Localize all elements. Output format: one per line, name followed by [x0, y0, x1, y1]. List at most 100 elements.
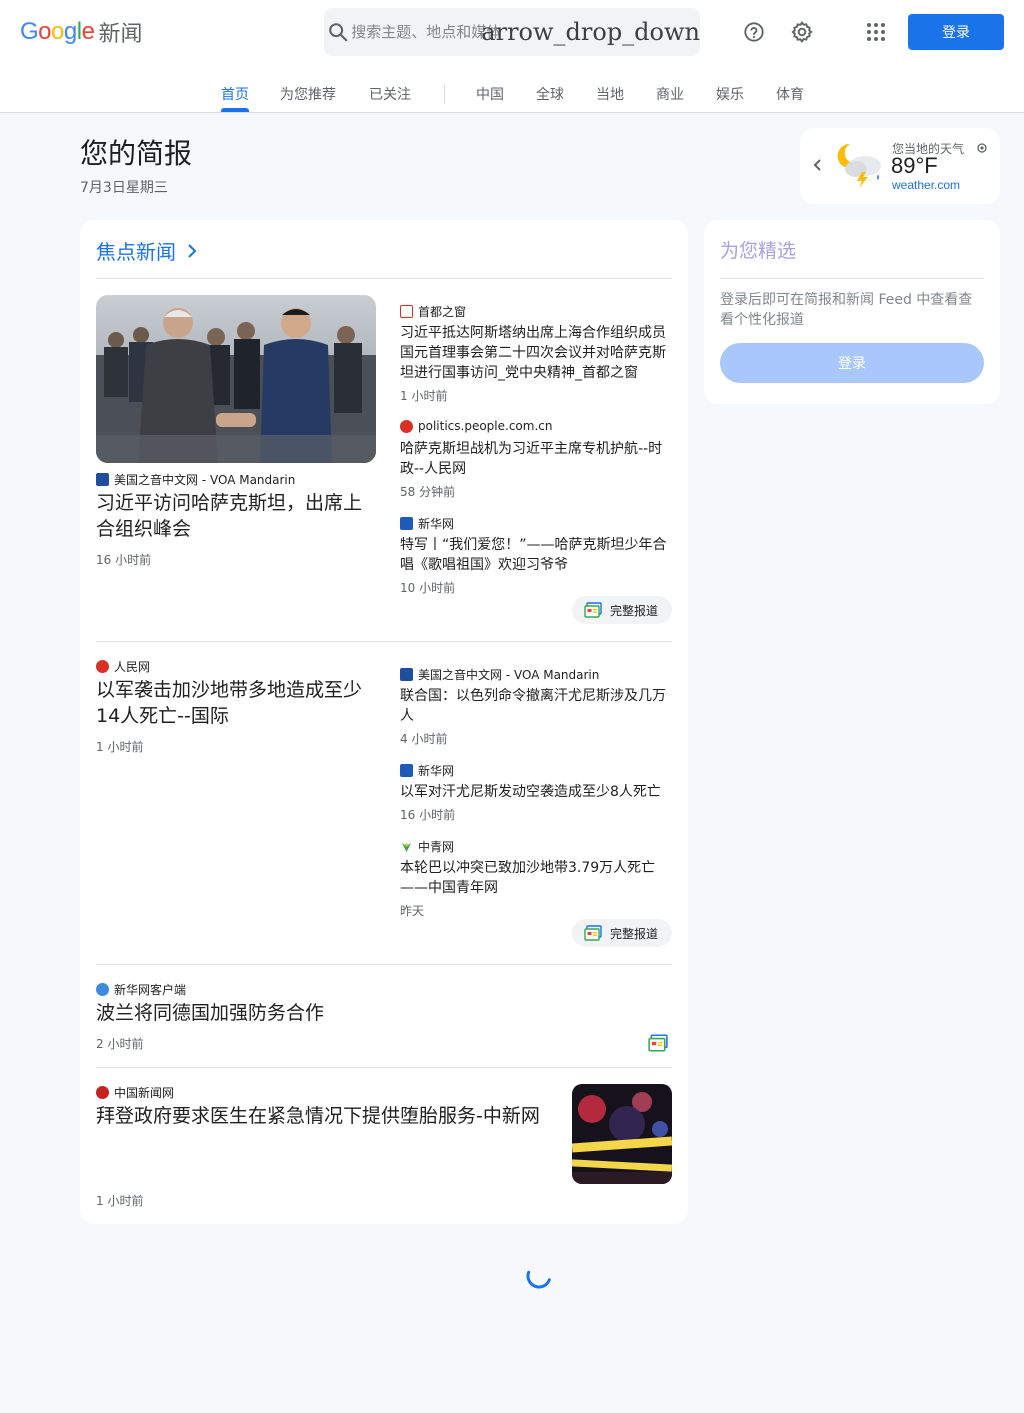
- tab-local[interactable]: 当地: [596, 84, 624, 104]
- source-name: 中青网: [418, 840, 455, 854]
- source-name: 首都之窗: [418, 305, 467, 319]
- tab-for-you[interactable]: 为您推荐: [280, 84, 336, 104]
- tab-following[interactable]: 已关注: [369, 84, 411, 104]
- headline-link[interactable]: 以军袭击加沙地带多地造成至少14人死亡--国际: [96, 677, 380, 729]
- headline-link[interactable]: 以军对汗尤尼斯发动空袭造成至少8人死亡: [400, 782, 670, 802]
- voa-logo-icon: [96, 473, 109, 486]
- login-button[interactable]: 登录: [908, 14, 1004, 50]
- tab-world[interactable]: 全球: [536, 84, 564, 104]
- search-dropdown-label[interactable]: arrow_drop_down: [481, 18, 700, 46]
- settings-gear-icon[interactable]: [782, 12, 822, 52]
- cyol-logo-icon: [400, 840, 413, 853]
- picks-card: 为您精选 登录后即可在简报和新闻 Feed 中查看查看个性化报道 登录: [704, 220, 1000, 404]
- headline-link[interactable]: 特写丨“我们爱您！”——哈萨克斯坦少年合唱《歌唱祖国》欢迎习爷爷: [400, 535, 670, 575]
- article-time: 10 小时前: [400, 581, 456, 595]
- nav-tabs: 首页 为您推荐 已关注 中国 全球 当地 商业 娱乐 体育: [0, 72, 1024, 113]
- capital-window-logo-icon: [400, 305, 413, 318]
- divider: [96, 964, 672, 965]
- source-name: 新华网: [418, 764, 455, 778]
- article-time: 2 小时前: [96, 1037, 144, 1051]
- source-name: 中国新闻网: [114, 1086, 175, 1100]
- briefing-date: 7月3日星期三: [80, 180, 168, 196]
- hero-image[interactable]: [96, 295, 376, 463]
- headline-link[interactable]: 拜登政府要求医生在紧急情况下提供堕胎服务-中新网: [96, 1103, 556, 1129]
- source-name: 美国之音中文网 - VOA Mandarin: [418, 668, 600, 682]
- chinanews-logo-icon: [96, 1086, 109, 1099]
- search-input[interactable]: [351, 23, 502, 41]
- full-coverage-icon[interactable]: [648, 1034, 668, 1057]
- apps-grid-icon[interactable]: [856, 12, 896, 52]
- article-time: 1 小时前: [96, 1194, 144, 1208]
- source-name: 美国之音中文网 - VOA Mandarin: [114, 473, 296, 487]
- search-icon[interactable]: [324, 8, 351, 56]
- article-source: 美国之音中文网 - VOA Mandarin: [400, 666, 599, 683]
- picks-title: 为您精选: [720, 240, 797, 262]
- article-source: 新华网客户端: [96, 981, 186, 998]
- picks-login-button[interactable]: 登录: [720, 343, 984, 383]
- tab-entertainment[interactable]: 娱乐: [716, 84, 744, 104]
- full-coverage-label: 完整报道: [610, 926, 659, 941]
- search-bar[interactable]: arrow_drop_down: [324, 8, 700, 56]
- location-icon[interactable]: [976, 141, 988, 159]
- article-time: 昨天: [400, 904, 425, 918]
- full-coverage-button[interactable]: 完整报道: [572, 596, 672, 624]
- tab-business[interactable]: 商业: [656, 84, 684, 104]
- article-time: 1 小时前: [96, 740, 144, 754]
- source-name: 人民网: [114, 660, 151, 674]
- full-coverage-icon: [584, 602, 602, 618]
- headline-link[interactable]: 波兰将同德国加强防务合作: [96, 1000, 576, 1026]
- google-news-logo[interactable]: Google 新闻: [20, 17, 142, 47]
- divider: [96, 278, 672, 279]
- picks-description: 登录后即可在简报和新闻 Feed 中查看查看个性化报道: [720, 292, 973, 328]
- people-daily-logo-icon: [400, 419, 413, 433]
- article-time: 1 小时前: [400, 389, 448, 403]
- product-name: 新闻: [98, 22, 143, 47]
- weather-source-link[interactable]: weather.com: [892, 178, 960, 192]
- headline-link[interactable]: 习近平抵达阿斯塔纳出席上海合作组织成员国元首理事会第二十四次会议并对哈萨克斯坦进…: [400, 323, 670, 383]
- article-time: 58 分钟前: [400, 485, 456, 499]
- chevron-left-icon[interactable]: [812, 158, 824, 177]
- article-time: 16 小时前: [96, 553, 152, 567]
- article-source: politics.people.com.cn: [400, 419, 552, 433]
- article-source: 新华网: [400, 515, 454, 532]
- article-source: 人民网: [96, 658, 150, 675]
- headline-link[interactable]: 习近平访问哈萨克斯坦，出席上合组织峰会: [96, 490, 380, 542]
- full-coverage-icon: [584, 925, 602, 941]
- night-storm-weather-icon: [832, 138, 888, 193]
- weather-widget[interactable]: 您当地的天气 89°F weather.com: [800, 128, 1000, 204]
- briefing-title: 您的简报: [80, 137, 193, 170]
- loading-spinner: [524, 1261, 554, 1291]
- tab-sports[interactable]: 体育: [776, 84, 804, 104]
- top-stories-title: 焦点新闻: [96, 240, 176, 264]
- people-daily-logo-icon: [96, 660, 109, 673]
- source-name: 新华网: [418, 517, 455, 531]
- voa-logo-icon: [400, 668, 413, 681]
- source-name: 新华网客户端: [114, 983, 187, 997]
- headline-link[interactable]: 哈萨克斯坦战机为习近平主席专机护航--时政--人民网: [400, 439, 670, 479]
- divider: [96, 1067, 672, 1068]
- xinhua-logo-icon: [400, 517, 413, 530]
- top-stories-heading[interactable]: 焦点新闻: [96, 236, 202, 265]
- xinhua-logo-icon: [400, 764, 413, 777]
- article-time: 16 小时前: [400, 808, 456, 822]
- divider: [720, 278, 984, 279]
- article-source: 中青网: [400, 838, 454, 855]
- article-thumbnail[interactable]: [572, 1084, 672, 1184]
- source-name: politics.people.com.cn: [418, 419, 553, 433]
- tab-home[interactable]: 首页: [221, 84, 249, 104]
- headline-link[interactable]: 本轮巴以冲突已致加沙地带3.79万人死亡——中国青年网: [400, 858, 670, 898]
- article-source: 新华网: [400, 762, 454, 779]
- article-time: 4 小时前: [400, 732, 448, 746]
- weather-temperature: 89°F: [891, 153, 938, 178]
- tab-divider: [444, 85, 445, 104]
- tab-china[interactable]: 中国: [476, 84, 504, 104]
- chevron-right-icon: [188, 243, 197, 258]
- help-icon[interactable]: [734, 12, 774, 52]
- divider: [96, 641, 672, 642]
- top-stories-card: 焦点新闻 美国之音中文网 - VOA Mandarin 习近平访问哈萨克斯坦，出…: [80, 220, 688, 1224]
- xinhua-client-logo-icon: [96, 983, 109, 996]
- google-wordmark: Google: [20, 18, 95, 45]
- article-source: 中国新闻网: [96, 1084, 174, 1101]
- full-coverage-button[interactable]: 完整报道: [572, 919, 672, 947]
- headline-link[interactable]: 联合国：以色列命令撤离汗尤尼斯涉及几万人: [400, 686, 670, 726]
